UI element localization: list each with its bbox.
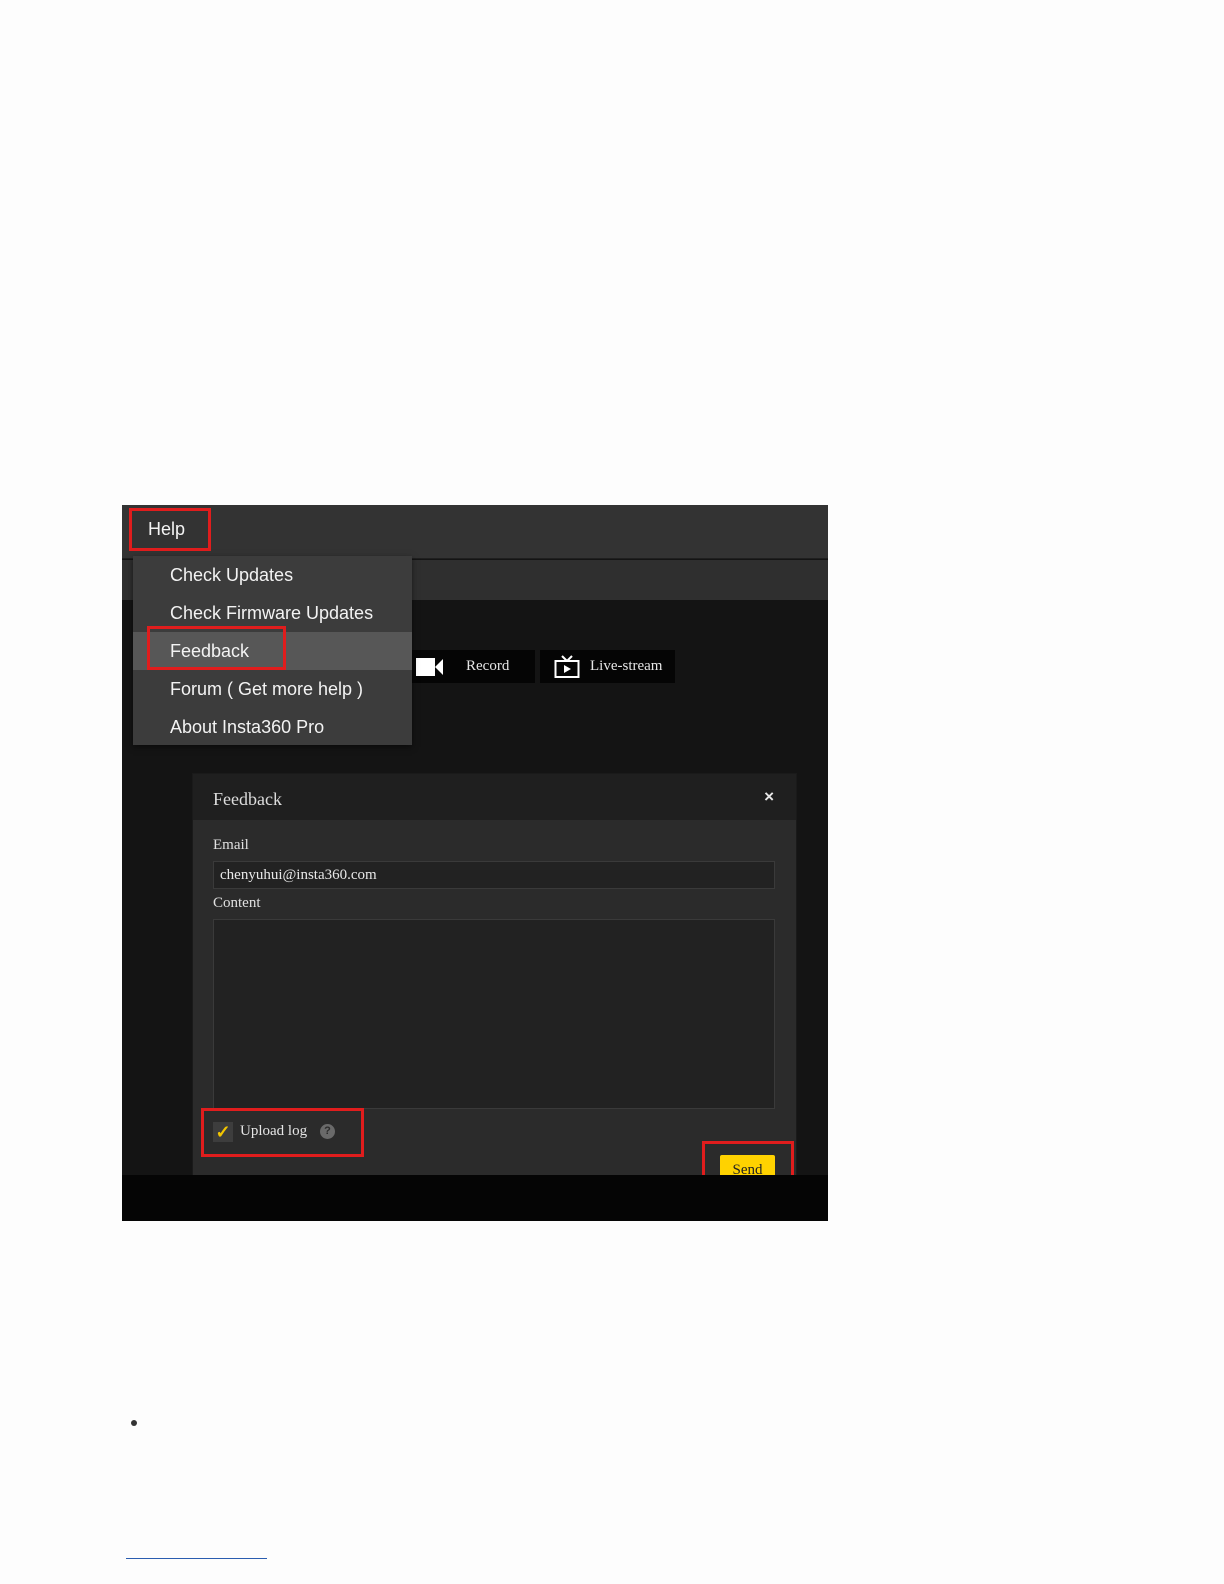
live-stream-mode-button[interactable]: Live-stream <box>540 650 675 683</box>
highlight-help-menu <box>129 508 211 551</box>
dialog-header: Feedback × <box>193 774 796 820</box>
content-label: Content <box>213 895 261 911</box>
record-label: Record <box>466 658 510 674</box>
tv-play-icon <box>554 654 580 679</box>
highlight-upload-log <box>201 1108 364 1157</box>
email-field[interactable]: chenyuhui@insta360.com <box>213 861 775 889</box>
list-bullet <box>131 1420 137 1426</box>
live-stream-label: Live-stream <box>590 658 663 674</box>
bottom-bar <box>122 1175 828 1221</box>
email-label: Email <box>213 837 249 853</box>
menu-item-about[interactable]: About Insta360 Pro <box>133 708 412 746</box>
content-textarea[interactable] <box>213 919 775 1109</box>
close-icon[interactable]: × <box>764 787 774 807</box>
menu-bar: Help <box>122 505 828 559</box>
dialog-title: Feedback <box>213 789 282 809</box>
menu-item-forum[interactable]: Forum ( Get more help ) <box>133 670 412 708</box>
video-camera-icon <box>414 656 444 678</box>
link-underline[interactable] <box>126 1558 267 1559</box>
record-mode-button[interactable]: Record <box>410 650 535 683</box>
menu-item-check-updates[interactable]: Check Updates <box>133 556 412 594</box>
app-screenshot: Help Record Live-stream Check Updates Ch… <box>122 505 828 1221</box>
highlight-feedback-item <box>147 626 286 670</box>
